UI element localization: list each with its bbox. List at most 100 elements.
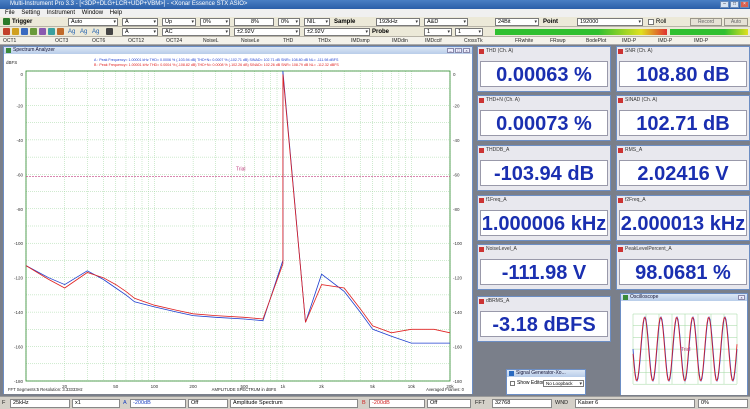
- coupling-select[interactable]: AC: [162, 28, 230, 36]
- fft-size-select[interactable]: 32768: [492, 399, 552, 408]
- level-meter-a: [495, 29, 667, 35]
- probe-b-select[interactable]: 1: [455, 28, 483, 36]
- tab-17[interactable]: IMD-P: [622, 37, 636, 45]
- pretrigger-pct-select[interactable]: 0%: [278, 18, 300, 26]
- signal-generator-window[interactable]: Signal Generator-Xo... Show Editor No Lo…: [506, 369, 586, 395]
- auto-button[interactable]: Auto: [724, 18, 748, 26]
- spectrum-window[interactable]: Spectrum Analyzer – □ × 0 0 -20 -20 -40 -40 -6…: [3, 46, 473, 394]
- a-label: A: [123, 400, 127, 406]
- meter-value: 2.02416 V: [619, 160, 747, 186]
- meter-7[interactable]: f1Freq_A 1.000006 kHz: [477, 195, 611, 241]
- spectrum-plot[interactable]: 0 0-20 -20-40 -40-60 -60-80 -80-100 -100-120 -1…: [4, 55, 472, 394]
- tab-18[interactable]: IMD-P: [658, 37, 672, 45]
- time-channel-select[interactable]: A: [122, 28, 158, 36]
- spectrum-close-button[interactable]: ×: [463, 48, 470, 53]
- filter-select[interactable]: NIL: [304, 18, 330, 26]
- b-off-select[interactable]: Off: [427, 399, 471, 408]
- tab-12[interactable]: IMDccif: [425, 37, 442, 45]
- meter-3[interactable]: THD+N (Ch. A) 0.00073 %: [477, 95, 611, 141]
- loopback-select[interactable]: No Loopback: [543, 380, 584, 387]
- zoom-reset-label[interactable]: Ag: [92, 28, 99, 36]
- spectrum-maximize-button[interactable]: □: [455, 48, 462, 53]
- pretrigger-field[interactable]: 8%: [234, 18, 274, 26]
- overlap-select[interactable]: 0%: [698, 399, 748, 408]
- menu-window[interactable]: Window: [82, 10, 103, 16]
- tab-1[interactable]: OCT1: [3, 37, 16, 45]
- bits-select[interactable]: 24Bit: [495, 18, 539, 26]
- tab-15[interactable]: FRswp: [550, 37, 566, 45]
- range-b-select[interactable]: ±2.92V: [304, 28, 370, 36]
- meter-11[interactable]: dBRMS_A -3.18 dBFS: [477, 296, 611, 342]
- stop-icon[interactable]: [3, 28, 10, 35]
- tab-6[interactable]: NoiseL: [203, 37, 219, 45]
- meter-2[interactable]: SNR (Ch. A) 108.80 dB: [616, 46, 750, 92]
- menu-setting[interactable]: Setting: [21, 10, 40, 16]
- trigger-edge-select[interactable]: Up: [162, 18, 196, 26]
- minimize-button[interactable]: –: [720, 1, 729, 8]
- tab-16[interactable]: BodePlot: [586, 37, 606, 45]
- meter-4[interactable]: SINAD (Ch. A) 102.71 dB: [616, 95, 750, 141]
- record-button[interactable]: Record: [690, 18, 722, 26]
- save-icon[interactable]: [21, 28, 28, 35]
- tab-8[interactable]: THD: [283, 37, 293, 45]
- meter-value: 0.00073 %: [480, 110, 608, 136]
- print-icon[interactable]: [39, 28, 46, 35]
- tab-4[interactable]: OCT12: [128, 37, 144, 45]
- mode-select[interactable]: Amplitude Spectrum: [230, 399, 358, 408]
- meter-8[interactable]: f2Freq_A 2.000013 kHz: [616, 195, 750, 241]
- marker-icon[interactable]: [57, 28, 64, 35]
- maximize-button[interactable]: □: [730, 1, 739, 8]
- zoom-out-label[interactable]: Ag: [80, 28, 87, 36]
- copy-icon[interactable]: [30, 28, 37, 35]
- tab-7[interactable]: NoiseLe: [241, 37, 259, 45]
- tab-2[interactable]: OCT3: [55, 37, 68, 45]
- meter-9[interactable]: NoiseLevel_A -111.98 V: [477, 244, 611, 290]
- tab-13[interactable]: CrossTk: [464, 37, 483, 45]
- tab-5[interactable]: OCT24: [166, 37, 182, 45]
- meter-5[interactable]: THDDB_A -103.94 dB: [477, 145, 611, 191]
- tab-11[interactable]: IMDdin: [392, 37, 408, 45]
- probe-a-select[interactable]: 1: [424, 28, 452, 36]
- b-level-select[interactable]: -200dB: [369, 399, 425, 408]
- fft-label: FFT: [475, 400, 486, 406]
- run-icon[interactable]: [3, 18, 10, 25]
- trigger-level-select[interactable]: 0%: [200, 18, 230, 26]
- tab-9[interactable]: THDx: [318, 37, 331, 45]
- tab-19[interactable]: IMD-P: [694, 37, 708, 45]
- meter-10[interactable]: PeakLevelPercent_A 98.0681 %: [616, 244, 750, 290]
- show-editor-checkbox[interactable]: [510, 381, 515, 386]
- pause-icon[interactable]: [12, 28, 19, 35]
- sample-rate-select[interactable]: 192kHz: [376, 18, 420, 26]
- meter-6[interactable]: RMS_A 2.02416 V: [616, 145, 750, 191]
- a-off-select[interactable]: Off: [188, 399, 228, 408]
- trigger-channel-select[interactable]: A: [122, 18, 158, 26]
- meter-name: RMS_A: [617, 146, 749, 155]
- meter-1[interactable]: THD (Ch. A) 0.00063 %: [477, 46, 611, 92]
- menu-file[interactable]: File: [5, 10, 15, 16]
- zoom-select[interactable]: x1: [72, 399, 120, 408]
- a-level-select[interactable]: -200dB: [130, 399, 186, 408]
- spectrum-minimize-button[interactable]: –: [447, 48, 454, 53]
- oscilloscope-window[interactable]: Oscilloscope × Trial: [620, 293, 748, 395]
- tab-14[interactable]: FRwhite: [515, 37, 533, 45]
- oscilloscope-plot[interactable]: Trial: [621, 302, 747, 395]
- close-button[interactable]: ×: [740, 1, 749, 8]
- unit-label: dBFS: [6, 60, 17, 65]
- zoom-in-label[interactable]: Ag: [68, 28, 75, 36]
- grid-icon[interactable]: [106, 28, 113, 35]
- oscilloscope-close-button[interactable]: ×: [738, 295, 745, 300]
- freq-range-select[interactable]: 25kHz: [10, 399, 70, 408]
- roll-checkbox[interactable]: [648, 19, 654, 25]
- cursor-icon[interactable]: [48, 28, 55, 35]
- trigger-mode-select[interactable]: Auto: [68, 18, 118, 26]
- tab-3[interactable]: OCT6: [92, 37, 105, 45]
- menu-help[interactable]: Help: [110, 10, 122, 16]
- menu-instrument[interactable]: Instrument: [47, 10, 75, 16]
- points-select[interactable]: 192000: [577, 18, 643, 26]
- tab-10[interactable]: IMDsmp: [351, 37, 370, 45]
- x-tick: 1k: [281, 384, 287, 389]
- range-a-select[interactable]: ±2.92V: [234, 28, 300, 36]
- window-select[interactable]: Kaiser 6: [575, 399, 695, 408]
- weighting-select[interactable]: A&D: [424, 18, 468, 26]
- oscilloscope-title: Oscilloscope: [630, 294, 659, 300]
